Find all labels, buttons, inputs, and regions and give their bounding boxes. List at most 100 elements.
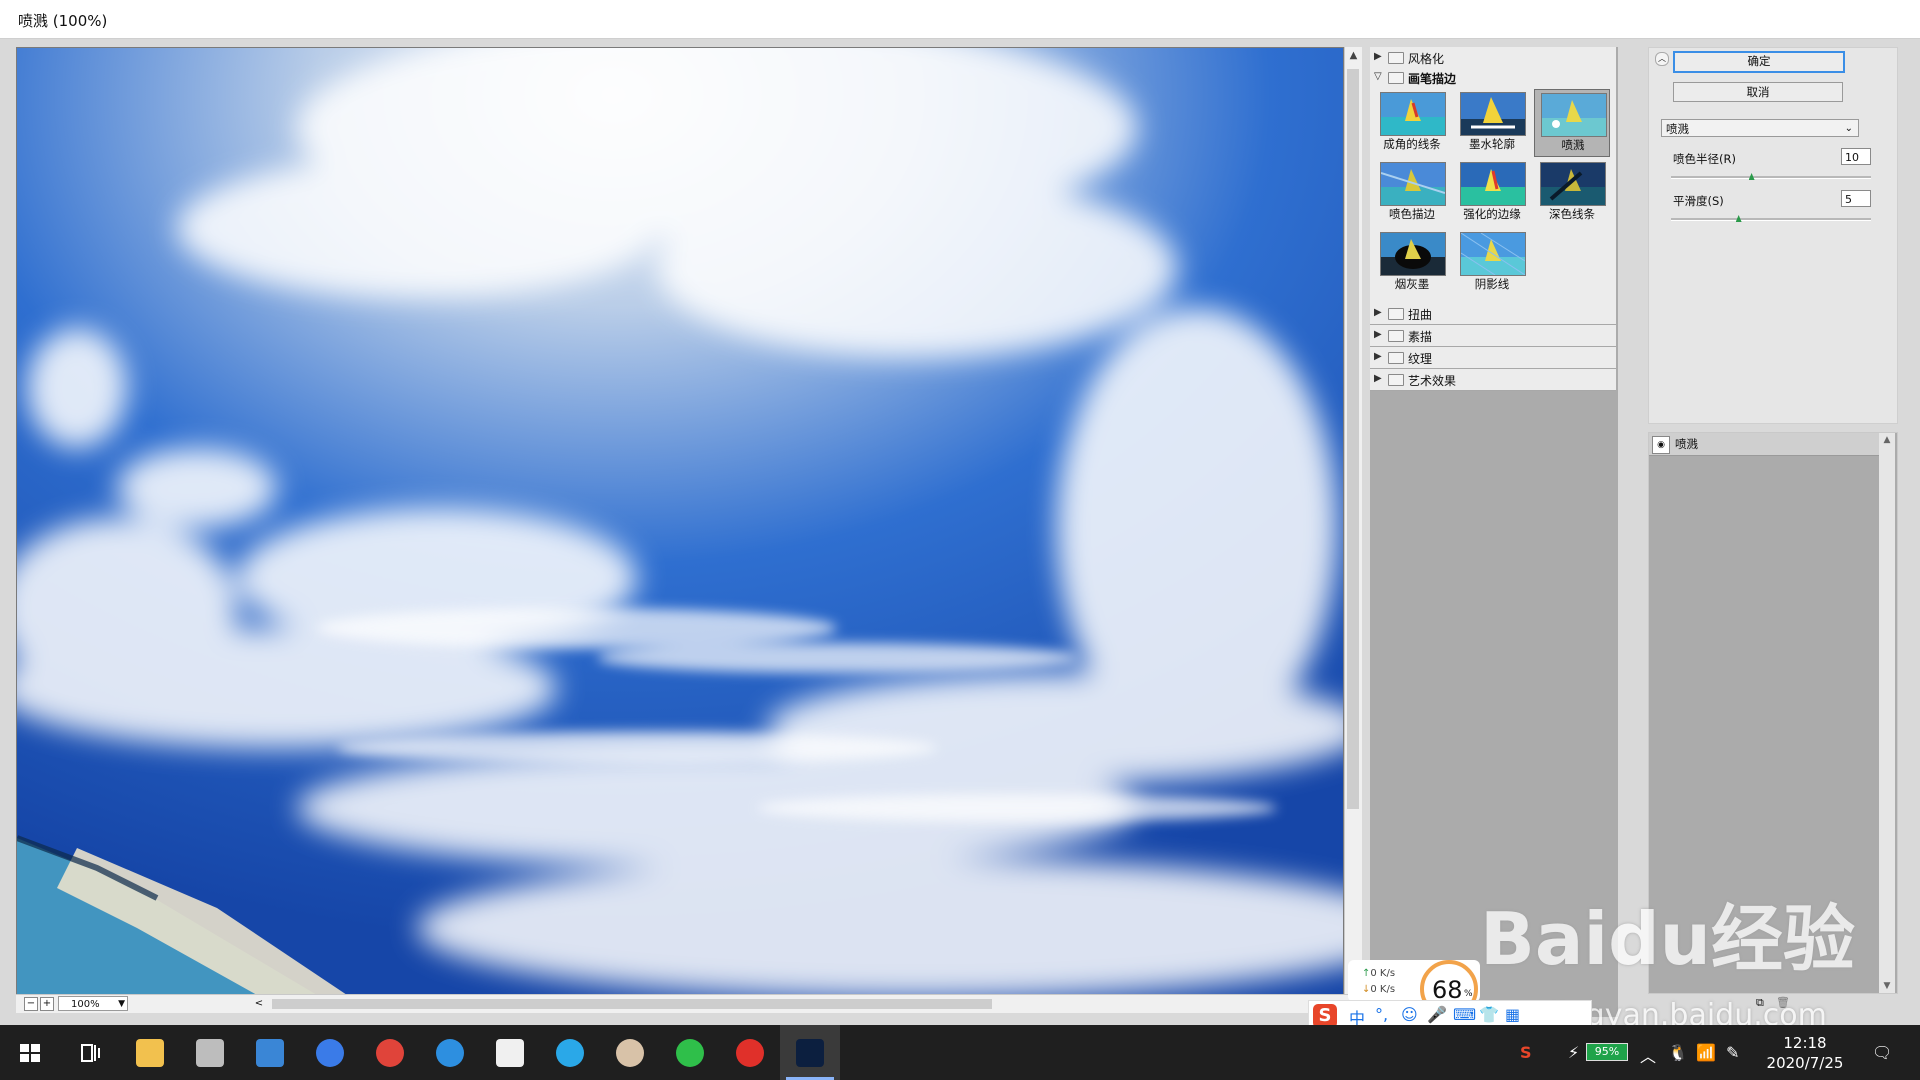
store-icon <box>496 1039 524 1067</box>
expand-triangle-icon: ▶ <box>1374 351 1382 362</box>
avatar-app-icon <box>616 1039 644 1067</box>
scroll-up-arrow-icon[interactable]: ▲ <box>1879 435 1895 445</box>
wifi-icon[interactable]: 📶 <box>1696 1043 1716 1062</box>
preview-horizontal-scrollbar[interactable]: < <box>252 996 1342 1011</box>
netease-music-icon <box>736 1039 764 1067</box>
slider-knob[interactable] <box>1748 173 1755 180</box>
windows-logo-icon <box>20 1044 40 1062</box>
watermark-brand: Baidu经验 <box>1480 897 1855 981</box>
zoom-value: 100% <box>71 999 100 1010</box>
skin-icon[interactable]: 👕 <box>1479 1005 1499 1024</box>
clock-time: 12:18 <box>1783 1034 1827 1052</box>
network-speed-widget[interactable]: ↑0 K/s ↓0 K/s 68 % <box>1348 960 1480 1018</box>
qq-tray-icon[interactable]: 🐧 <box>1668 1043 1688 1062</box>
sogou-tray-icon[interactable]: S <box>1520 1043 1532 1062</box>
ok-button[interactable]: 确定 <box>1673 51 1845 73</box>
slider-knob[interactable] <box>1735 215 1742 222</box>
thumb-image <box>1460 232 1526 276</box>
smoothness-input[interactable]: 5 <box>1841 190 1871 207</box>
zoom-out-button[interactable]: − <box>24 997 38 1011</box>
thumb-image <box>1460 162 1526 206</box>
taskbar-app-settings[interactable] <box>180 1025 240 1080</box>
chevron-down-icon: ▼ <box>118 999 125 1009</box>
effect-layer-row[interactable]: ◉ 喷溅 <box>1649 433 1879 456</box>
pen-icon[interactable]: ✎ <box>1726 1043 1739 1062</box>
chevron-down-icon: ⌄ <box>1844 123 1853 134</box>
window-title: 喷溅 (100%) <box>18 12 108 30</box>
expand-triangle-icon: ▶ <box>1374 307 1382 318</box>
cancel-button[interactable]: 取消 <box>1673 82 1843 102</box>
zoom-select[interactable]: 100% ▼ <box>58 996 128 1011</box>
thumb-image <box>1541 93 1607 137</box>
taskbar-app-edge[interactable] <box>420 1025 480 1080</box>
scroll-up-arrow-icon[interactable]: ▲ <box>1345 47 1362 65</box>
filter-select-value: 喷溅 <box>1666 122 1689 136</box>
taskbar-app-photos[interactable] <box>240 1025 300 1080</box>
emoji-icon[interactable]: ☺ <box>1401 1005 1418 1024</box>
preview-canvas[interactable] <box>16 47 1344 996</box>
filter-thumb-crosshatch[interactable]: 阴影线 <box>1454 229 1530 297</box>
spray-radius-label: 喷色半径(R) <box>1673 152 1736 166</box>
toolbox-icon[interactable]: ▦ <box>1505 1005 1520 1024</box>
task-view-icon <box>81 1044 100 1062</box>
microphone-icon[interactable]: 🎤 <box>1427 1005 1447 1024</box>
preview-bottom-bar: − + 100% ▼ < <box>16 994 1361 1013</box>
filter-thumb-accented-edges[interactable]: 强化的边缘 <box>1454 159 1530 227</box>
category-artistic[interactable]: ▶ 艺术效果 <box>1370 369 1616 391</box>
expand-triangle-icon: ▶ <box>1374 51 1382 62</box>
chrome-icon <box>376 1039 404 1067</box>
power-plug-icon[interactable]: ⚡ <box>1568 1043 1579 1062</box>
taskbar-app-chrome[interactable] <box>360 1025 420 1080</box>
chevron-up-icon[interactable]: ︿ <box>1640 1043 1656 1067</box>
l-app-icon <box>316 1039 344 1067</box>
spray-radius-slider[interactable] <box>1671 173 1871 180</box>
folder-icon <box>1388 374 1404 386</box>
category-distort[interactable]: ▶ 扭曲 <box>1370 303 1616 325</box>
filter-thumb-sumi-e[interactable]: 烟灰墨 <box>1374 229 1450 297</box>
filter-thumb-ink-outlines[interactable]: 墨水轮廓 <box>1454 89 1530 157</box>
category-sketch[interactable]: ▶ 素描 <box>1370 325 1616 347</box>
scroll-left-arrow-icon[interactable]: < <box>252 996 266 1011</box>
ime-punct[interactable]: °, <box>1375 1005 1388 1024</box>
category-texture[interactable]: ▶ 纹理 <box>1370 347 1616 369</box>
filter-thumb-spatter[interactable]: 喷溅 <box>1534 89 1610 157</box>
taskbar-app-l-app[interactable] <box>300 1025 360 1080</box>
filter-select[interactable]: 喷溅 ⌄ <box>1661 119 1859 137</box>
taskbar-app-store[interactable] <box>480 1025 540 1080</box>
download-speed: ↓0 K/s <box>1362 984 1396 995</box>
expand-triangle-icon: ▶ <box>1374 329 1382 340</box>
taskbar-app-file-explorer[interactable] <box>120 1025 180 1080</box>
taskbar-app-avatar-app[interactable] <box>600 1025 660 1080</box>
category-brush-strokes[interactable]: ▽ 画笔描边 <box>1370 67 1616 89</box>
eye-icon[interactable]: ◉ <box>1652 436 1670 454</box>
category-stylize[interactable]: ▶ 风格化 <box>1370 47 1616 69</box>
taskbar-app-netease-music[interactable] <box>720 1025 780 1080</box>
taskbar-app-photoshop[interactable] <box>780 1025 840 1080</box>
filter-thumb-angled-strokes[interactable]: 成角的线条 <box>1374 89 1450 157</box>
scroll-thumb[interactable] <box>272 999 992 1009</box>
filter-thumb-sprayed-strokes[interactable]: 喷色描边 <box>1374 159 1450 227</box>
thumb-image <box>1380 92 1446 136</box>
spray-radius-input[interactable]: 10 <box>1841 148 1871 165</box>
collapse-chevron-icon[interactable]: ︿ <box>1655 52 1669 66</box>
notification-icon[interactable]: 🗨 <box>1872 1043 1892 1062</box>
system-clock[interactable]: 12:18 2020/7/25 <box>1755 1033 1855 1073</box>
taskbar-app-q-app[interactable] <box>540 1025 600 1080</box>
clock-date: 2020/7/25 <box>1766 1054 1844 1072</box>
filter-settings-panel: ︿ 确定 取消 喷溅 ⌄ 喷色半径(R) 10 平滑度(S) 5 <box>1648 47 1898 424</box>
keyboard-icon[interactable]: ⌨ <box>1453 1005 1476 1024</box>
filter-thumb-dark-strokes[interactable]: 深色线条 <box>1534 159 1610 227</box>
battery-indicator[interactable]: 95% <box>1586 1043 1628 1061</box>
settings-icon <box>196 1039 224 1067</box>
preview-vertical-scrollbar[interactable]: ▲ <box>1344 47 1362 994</box>
taskbar-app-wechat[interactable] <box>660 1025 720 1080</box>
thumb-image <box>1460 92 1526 136</box>
photos-icon <box>256 1039 284 1067</box>
task-view-button[interactable] <box>60 1025 120 1080</box>
zoom-in-button[interactable]: + <box>40 997 54 1011</box>
scroll-thumb[interactable] <box>1347 69 1359 809</box>
window-titlebar[interactable]: 喷溅 (100%) <box>0 0 1920 39</box>
start-button[interactable] <box>0 1025 60 1080</box>
thumb-image <box>1380 162 1446 206</box>
smoothness-slider[interactable] <box>1671 215 1871 222</box>
